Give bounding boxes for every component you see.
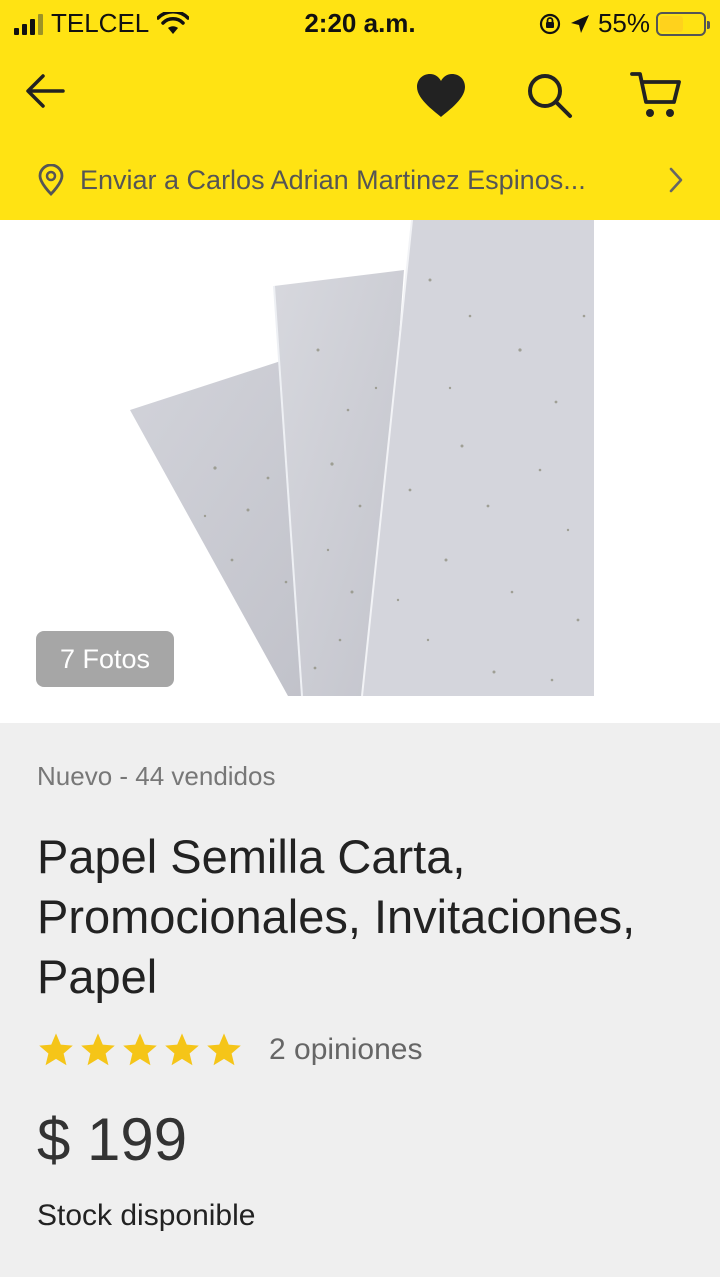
chevron-right-icon xyxy=(669,167,683,193)
star-icon xyxy=(165,1033,199,1066)
reviews-count: 2 opiniones xyxy=(269,1033,423,1066)
orientation-lock-icon xyxy=(539,13,561,34)
stock-status: Stock disponible xyxy=(37,1199,256,1232)
rating-summary[interactable]: 2 opiniones xyxy=(37,1031,422,1069)
star-icon xyxy=(207,1033,241,1066)
product-title: Papel Semilla Carta, Promocionales, Invi… xyxy=(37,830,636,1003)
rating-stars xyxy=(37,1031,243,1069)
heart-icon xyxy=(417,74,465,117)
location-arrow-icon xyxy=(570,14,589,33)
product-info: Nuevo - 44 vendidos Papel Semilla Carta,… xyxy=(0,723,720,1277)
status-right: 55% xyxy=(538,8,710,39)
battery-percent: 55% xyxy=(597,8,650,38)
back-button[interactable] xyxy=(20,68,70,114)
condition-sold-count: Nuevo - 44 vendidos xyxy=(37,761,276,791)
search-icon xyxy=(528,74,572,118)
star-icon xyxy=(39,1033,73,1066)
app-header: Enviar a Carlos Adrian Martinez Espinos.… xyxy=(0,50,720,220)
shipping-address-bar[interactable]: Enviar a Carlos Adrian Martinez Espinos.… xyxy=(36,160,696,200)
cart-icon xyxy=(630,72,681,117)
search-button[interactable] xyxy=(520,66,578,124)
product-price: $ 199 xyxy=(37,1106,188,1173)
favorite-button[interactable] xyxy=(412,68,470,124)
shipping-address-label: Enviar a Carlos Adrian Martinez Espinos.… xyxy=(80,164,586,195)
photos-count-badge[interactable]: 7 Fotos xyxy=(36,631,174,687)
battery-fill xyxy=(660,15,684,32)
back-arrow-icon xyxy=(26,74,65,108)
battery-icon xyxy=(656,11,710,36)
status-bar: TELCEL 2:20 a.m. 55% xyxy=(0,0,720,50)
star-icon xyxy=(81,1033,115,1066)
product-image-gallery[interactable]: 7 Fotos xyxy=(0,220,720,723)
star-icon xyxy=(123,1033,157,1066)
location-pin-icon xyxy=(38,164,64,196)
cart-button[interactable] xyxy=(626,66,686,124)
